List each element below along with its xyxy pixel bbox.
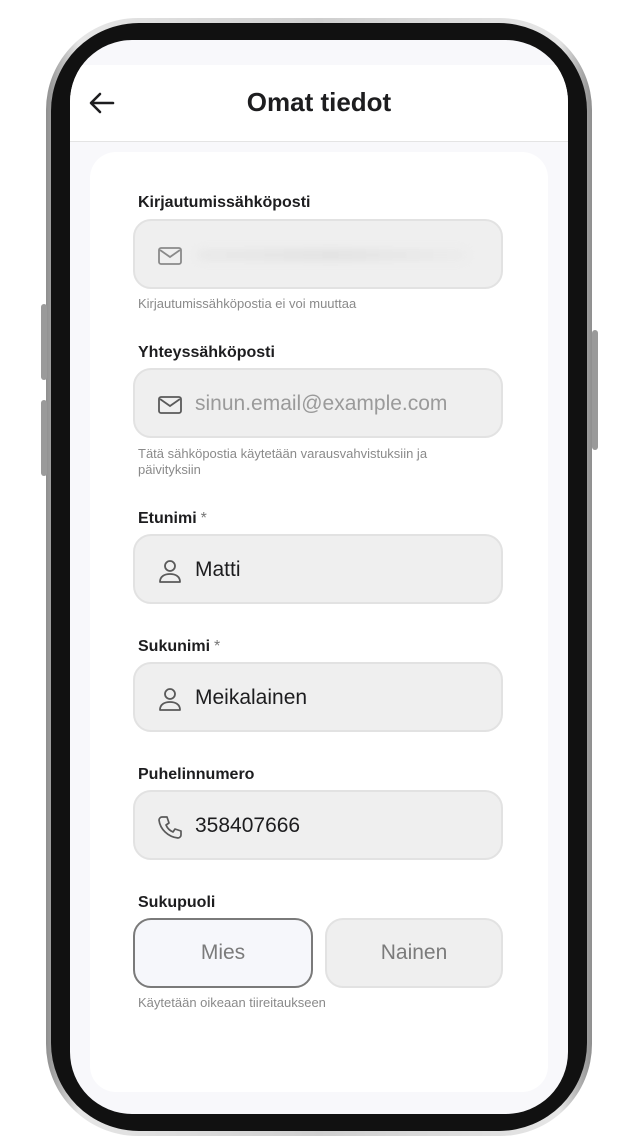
person-icon xyxy=(159,688,181,711)
app-screen: Omat tiedot Kirjautumissähköposti Kirjau… xyxy=(70,40,568,1114)
last-name-value: Meikalainen xyxy=(195,686,308,709)
required-mark: * xyxy=(214,638,221,655)
login-email-label: Kirjautumissähköposti xyxy=(138,194,311,211)
phone-label: Puhelinnumero xyxy=(138,766,255,783)
page-title: Omat tiedot xyxy=(246,87,392,117)
first-name-label-text: Etunimi xyxy=(138,510,197,527)
power-button xyxy=(592,330,598,450)
last-name-label: Sukunimi * xyxy=(138,638,220,656)
gender-label: Sukupuoli xyxy=(138,894,216,911)
first-name-value: Matti xyxy=(195,558,241,581)
contact-email-placeholder: sinun.email@example.com xyxy=(195,392,448,415)
login-email-value-blurred xyxy=(197,249,467,261)
gender-option-male[interactable]: Mies xyxy=(133,918,313,988)
profile-form-card: Kirjautumissähköposti Kirjautumissähköpo… xyxy=(90,152,548,1092)
last-name-label-text: Sukunimi xyxy=(138,638,211,655)
phone-icon xyxy=(158,816,182,839)
first-name-label: Etunimi * xyxy=(138,510,207,528)
gender-option-female[interactable]: Nainen xyxy=(325,918,503,988)
required-mark: * xyxy=(200,510,207,527)
phone-field[interactable]: 358407666 xyxy=(133,790,503,860)
volume-up-button xyxy=(41,304,47,380)
last-name-field[interactable]: Meikalainen xyxy=(133,662,503,732)
gender-help: Käytetään oikeaan tiireitaukseen xyxy=(138,995,326,1010)
contact-email-label: Yhteyssähköposti xyxy=(138,344,275,361)
login-email-field[interactable] xyxy=(133,219,503,289)
login-email-help: Kirjautumissähköpostia ei voi muuttaa xyxy=(138,296,357,311)
volume-down-button xyxy=(41,400,47,476)
top-bar: Omat tiedot xyxy=(70,65,568,142)
mail-icon xyxy=(158,247,182,265)
first-name-field[interactable]: Matti xyxy=(133,534,503,604)
contact-email-field[interactable]: sinun.email@example.com xyxy=(133,368,503,438)
phone-value: 358407666 xyxy=(195,814,301,837)
mail-icon xyxy=(158,396,182,414)
contact-email-help: Tätä sähköpostia käytetään varausvahvist… xyxy=(138,446,428,477)
person-icon xyxy=(159,560,181,583)
